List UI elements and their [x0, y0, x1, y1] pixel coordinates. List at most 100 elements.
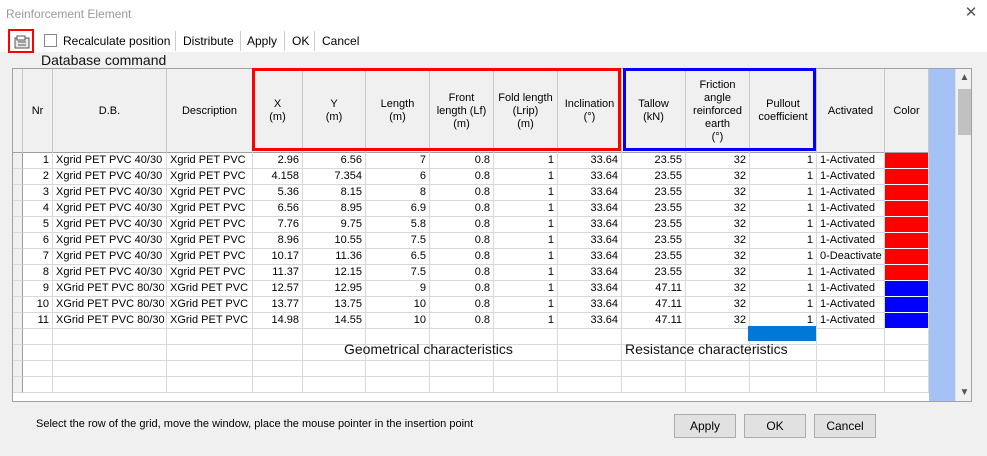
- empty-cell[interactable]: [253, 377, 303, 393]
- cell-inclination[interactable]: 33.64: [558, 313, 622, 329]
- cell-description[interactable]: Xgrid PET PVC: [167, 185, 253, 201]
- cell-front-length[interactable]: 0.8: [430, 297, 494, 313]
- empty-cell[interactable]: [167, 361, 253, 377]
- empty-cell[interactable]: [885, 345, 929, 361]
- scroll-up-icon[interactable]: ▲: [956, 69, 971, 86]
- cell-pullout[interactable]: 1: [750, 233, 817, 249]
- cell-tallow[interactable]: 23.55: [622, 153, 686, 169]
- empty-cell[interactable]: [366, 377, 430, 393]
- cell-inclination[interactable]: 33.64: [558, 201, 622, 217]
- cell-tallow[interactable]: 47.11: [622, 281, 686, 297]
- cell-y[interactable]: 8.15: [303, 185, 366, 201]
- cell-color[interactable]: [885, 217, 929, 233]
- cell-tallow[interactable]: 47.11: [622, 297, 686, 313]
- empty-cell[interactable]: [494, 361, 558, 377]
- cell-fold-length[interactable]: 1: [494, 185, 558, 201]
- empty-cell[interactable]: [167, 345, 253, 361]
- empty-cell[interactable]: [53, 329, 167, 345]
- cell-db[interactable]: Xgrid PET PVC 40/30: [53, 153, 167, 169]
- cell-length[interactable]: 5.8: [366, 217, 430, 233]
- cell-fold-length[interactable]: 1: [494, 169, 558, 185]
- cell-pullout[interactable]: 1: [750, 169, 817, 185]
- distribute-button[interactable]: Distribute: [178, 30, 239, 52]
- row-selector[interactable]: [13, 345, 23, 361]
- cell-y[interactable]: 11.36: [303, 249, 366, 265]
- table-row[interactable]: 1 Xgrid PET PVC 40/30 Xgrid PET PVC 2.96 6.5…: [13, 153, 929, 169]
- empty-cell[interactable]: [885, 329, 929, 345]
- cell-inclination[interactable]: 33.64: [558, 297, 622, 313]
- cell-nr[interactable]: 6: [23, 233, 53, 249]
- empty-cell[interactable]: [253, 345, 303, 361]
- ok-button[interactable]: OK: [744, 414, 806, 438]
- cell-color[interactable]: [885, 313, 929, 329]
- toolbar-apply-button[interactable]: Apply: [242, 30, 282, 52]
- row-selector[interactable]: [13, 185, 23, 201]
- cell-fold-length[interactable]: 1: [494, 281, 558, 297]
- empty-cell[interactable]: [53, 361, 167, 377]
- cell-x[interactable]: 8.96: [253, 233, 303, 249]
- row-selector[interactable]: [13, 201, 23, 217]
- cell-length[interactable]: 7.5: [366, 233, 430, 249]
- cell-friction[interactable]: 32: [686, 281, 750, 297]
- table-row[interactable]: 5 Xgrid PET PVC 40/30 Xgrid PET PVC 7.76 9.7…: [13, 217, 929, 233]
- row-selector[interactable]: [13, 329, 23, 345]
- cell-friction[interactable]: 32: [686, 297, 750, 313]
- empty-cell[interactable]: [303, 377, 366, 393]
- scroll-down-icon[interactable]: ▼: [956, 384, 971, 401]
- cell-color[interactable]: [885, 169, 929, 185]
- cell-activated[interactable]: 1-Activated: [817, 233, 885, 249]
- cell-length[interactable]: 9: [366, 281, 430, 297]
- cell-inclination[interactable]: 33.64: [558, 249, 622, 265]
- cell-length[interactable]: 6.9: [366, 201, 430, 217]
- cell-description[interactable]: Xgrid PET PVC: [167, 153, 253, 169]
- cell-tallow[interactable]: 47.11: [622, 313, 686, 329]
- cell-friction[interactable]: 32: [686, 169, 750, 185]
- cell-y[interactable]: 6.56: [303, 153, 366, 169]
- cancel-button[interactable]: Cancel: [814, 414, 876, 438]
- cell-fold-length[interactable]: 1: [494, 201, 558, 217]
- cell-color[interactable]: [885, 201, 929, 217]
- cell-db[interactable]: Xgrid PET PVC 40/30: [53, 233, 167, 249]
- cell-activated[interactable]: 1-Activated: [817, 153, 885, 169]
- cell-fold-length[interactable]: 1: [494, 217, 558, 233]
- cell-pullout[interactable]: 1: [750, 249, 817, 265]
- cell-fold-length[interactable]: 1: [494, 153, 558, 169]
- cell-x[interactable]: 13.77: [253, 297, 303, 313]
- cell-description[interactable]: Xgrid PET PVC: [167, 249, 253, 265]
- cell-nr[interactable]: 5: [23, 217, 53, 233]
- cell-y[interactable]: 7.354: [303, 169, 366, 185]
- cell-pullout[interactable]: 1: [750, 201, 817, 217]
- cell-activated[interactable]: 1-Activated: [817, 281, 885, 297]
- cell-friction[interactable]: 32: [686, 185, 750, 201]
- cell-x[interactable]: 7.76: [253, 217, 303, 233]
- cell-db[interactable]: XGrid PET PVC 80/30: [53, 281, 167, 297]
- cell-nr[interactable]: 9: [23, 281, 53, 297]
- empty-cell[interactable]: [558, 345, 622, 361]
- empty-cell[interactable]: [23, 345, 53, 361]
- cell-db[interactable]: Xgrid PET PVC 40/30: [53, 217, 167, 233]
- empty-cell[interactable]: [622, 361, 686, 377]
- cell-nr[interactable]: 7: [23, 249, 53, 265]
- empty-cell[interactable]: [686, 361, 750, 377]
- recalculate-position-label[interactable]: Recalculate position: [58, 30, 175, 52]
- cell-description[interactable]: Xgrid PET PVC: [167, 233, 253, 249]
- cell-x[interactable]: 6.56: [253, 201, 303, 217]
- cell-front-length[interactable]: 0.8: [430, 153, 494, 169]
- cell-color[interactable]: [885, 265, 929, 281]
- cell-inclination[interactable]: 33.64: [558, 265, 622, 281]
- cell-fold-length[interactable]: 1: [494, 313, 558, 329]
- cell-db[interactable]: Xgrid PET PVC 40/30: [53, 185, 167, 201]
- cell-activated[interactable]: 1-Activated: [817, 217, 885, 233]
- cell-nr[interactable]: 10: [23, 297, 53, 313]
- column-header-color[interactable]: Color: [885, 69, 929, 153]
- empty-cell[interactable]: [253, 329, 303, 345]
- cell-x[interactable]: 5.36: [253, 185, 303, 201]
- cell-friction[interactable]: 32: [686, 201, 750, 217]
- empty-table-row[interactable]: [13, 377, 929, 393]
- cell-front-length[interactable]: 0.8: [430, 217, 494, 233]
- cell-front-length[interactable]: 0.8: [430, 281, 494, 297]
- cell-db[interactable]: Xgrid PET PVC 40/30: [53, 249, 167, 265]
- toolbar-ok-button[interactable]: OK: [287, 30, 314, 52]
- cell-inclination[interactable]: 33.64: [558, 217, 622, 233]
- cell-tallow[interactable]: 23.55: [622, 169, 686, 185]
